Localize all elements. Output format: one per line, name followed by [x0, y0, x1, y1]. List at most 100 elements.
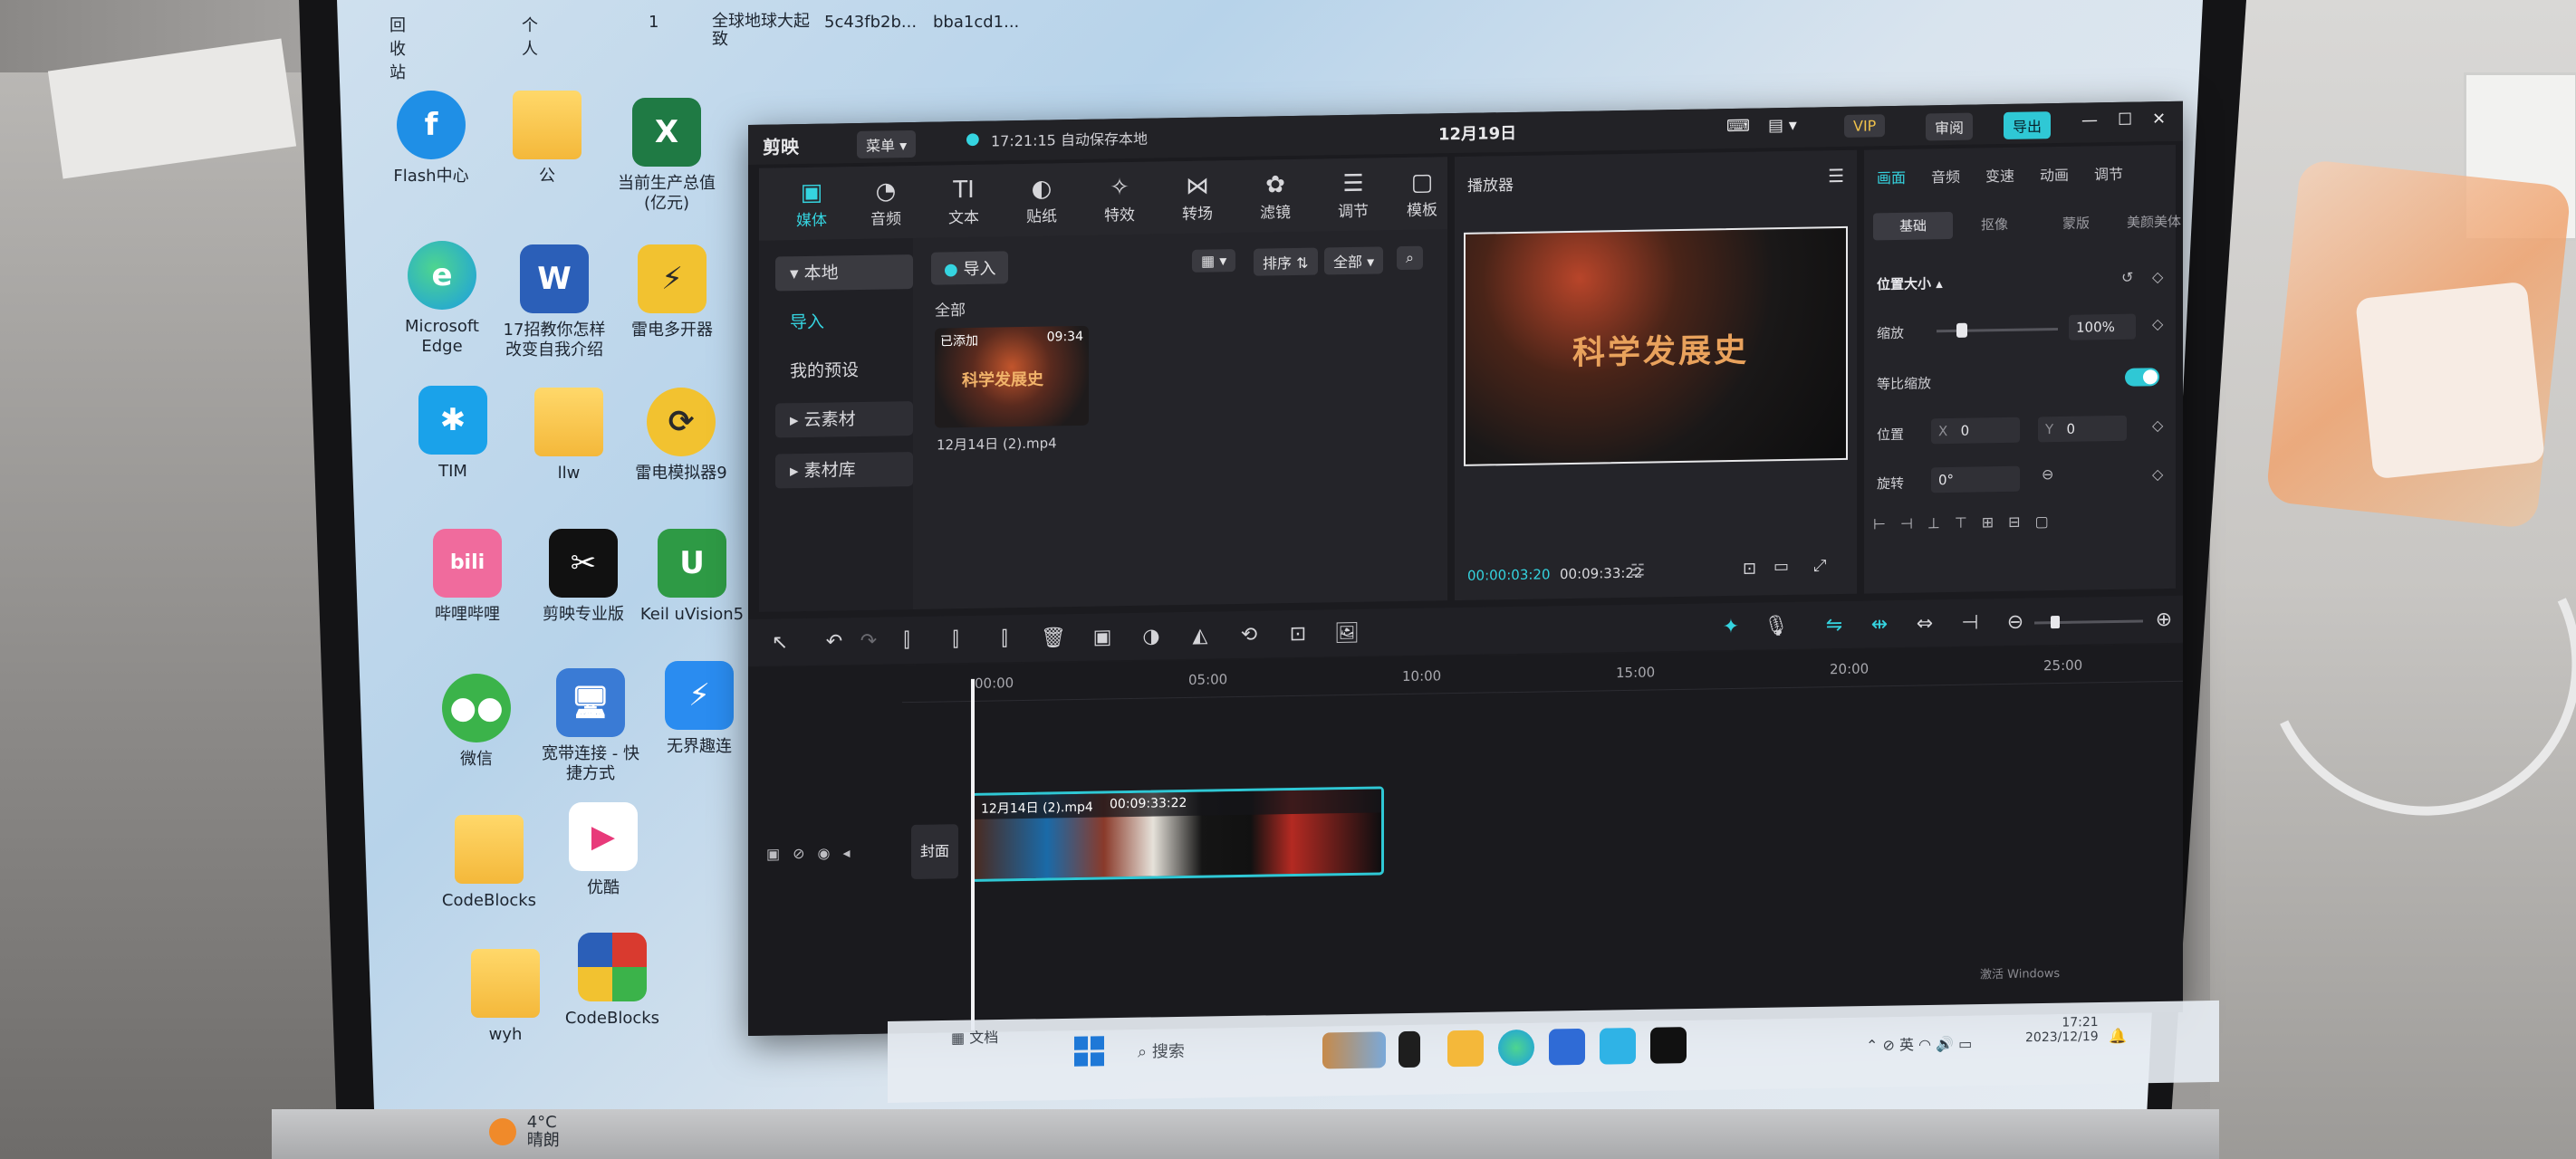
media-clip-thumbnail[interactable]: 已添加 09:34 科学发展史 [935, 325, 1089, 428]
zoom-out-icon[interactable]: ⊖ [2002, 611, 2029, 635]
desktop-icon-tim[interactable]: ✱ TIM [399, 386, 507, 482]
magic-icon[interactable]: ✦ [1717, 616, 1745, 639]
tab-template[interactable]: ▢ 模板 [1389, 168, 1455, 220]
search-icon[interactable]: ⌕ [1397, 245, 1423, 271]
subtab-mask[interactable]: 蒙版 [2036, 209, 2116, 237]
tab-media[interactable]: ▣ 媒体 [779, 177, 844, 230]
keyframe-icon[interactable]: ◇ [2152, 417, 2163, 434]
select-tool-icon[interactable]: ↖ [766, 631, 793, 655]
subtab-beauty[interactable]: 美颜美体 [2114, 208, 2194, 236]
tab-filter[interactable]: ✿ 滤镜 [1243, 170, 1308, 223]
rotate-field[interactable]: 0° [1931, 465, 2020, 493]
tab-picture[interactable]: 画面 [1877, 166, 1906, 188]
undo-icon[interactable]: ↶ [821, 630, 848, 654]
notification-icon[interactable]: 🔔 [2109, 1028, 2127, 1045]
tab-audio[interactable]: ◔ 音频 [853, 177, 918, 229]
import-button[interactable]: ● 导入 [931, 251, 1009, 285]
preview-axis-icon[interactable]: ⇔ [1911, 612, 1938, 636]
mirror-icon[interactable]: ◭ [1187, 624, 1214, 647]
playhead[interactable] [971, 678, 975, 1030]
microphone-icon[interactable]: 🎙 [1763, 615, 1790, 638]
store-icon[interactable] [1549, 1028, 1585, 1066]
subtab-basic[interactable]: 基础 [1873, 211, 1953, 241]
tab-effects[interactable]: ✧ 特效 [1087, 173, 1152, 225]
rotate-icon[interactable]: ⟲ [1235, 624, 1263, 647]
view-toggle[interactable]: ▦ ▾ [1192, 249, 1236, 273]
desktop-icon-folder[interactable]: CodeBlocks [435, 815, 543, 911]
recycle-bin-label[interactable]: 回收站 [389, 13, 406, 83]
explorer-icon[interactable] [1447, 1030, 1484, 1068]
desktop-icon-keil[interactable]: U Keil uVision5 [638, 529, 746, 625]
uniform-scale-toggle[interactable] [2125, 368, 2159, 387]
tab-text[interactable]: TI 文本 [931, 175, 996, 227]
rotate-knob-icon[interactable]: ⊖ [2042, 465, 2053, 483]
taskbar-search[interactable]: ⌕ 搜索 [1138, 1035, 1319, 1068]
desktop-icon-wujie[interactable]: ⚡ 无界趣连 [645, 661, 754, 757]
sidebar-item-cloud[interactable]: ▸ 云素材 [775, 400, 913, 438]
taskview-icon[interactable] [1399, 1030, 1420, 1068]
split-left-icon[interactable]: ⫿ [942, 628, 969, 652]
sidebar-item-presets[interactable]: 我的预设 [775, 352, 913, 389]
sidebar-item-library[interactable]: ▸ 素材库 [775, 451, 913, 489]
review-button[interactable]: 审阅 [1926, 112, 1974, 141]
tab-animation[interactable]: 动画 [2040, 163, 2069, 186]
desktop-icon-youku[interactable]: ▶ 优酷 [549, 802, 658, 898]
keyframe-icon[interactable]: ◇ [2152, 268, 2163, 285]
desktop-icon-edge[interactable]: e Microsoft Edge [388, 241, 496, 357]
zoom-fit-icon[interactable]: ⊡ [1743, 560, 1756, 579]
desktop-label[interactable]: 5c43fb2b... [824, 13, 917, 32]
link-icon[interactable]: ⇋ [1821, 614, 1848, 637]
split-right-icon[interactable]: ⫿ [991, 627, 1018, 651]
desktop-icon-word[interactable]: W 17招教你怎样改变自我介绍 [500, 244, 609, 360]
weather-widget[interactable]: 4°C 晴朗 [489, 1114, 560, 1150]
preview-canvas[interactable]: 科学发展史 [1464, 225, 1848, 466]
image-icon[interactable]: 🖼 [1333, 622, 1360, 646]
close-icon[interactable]: ✕ [2152, 110, 2166, 129]
layout-icon[interactable]: ▤ ▾ [1768, 116, 1797, 136]
menu-icon[interactable]: ☰ [1828, 165, 1844, 187]
track-controls[interactable]: ▣⊘◉◂ [766, 844, 863, 863]
desktop-icon-capcut[interactable]: ✂ 剪映专业版 [529, 529, 638, 625]
menu-button[interactable]: 菜单 ▾ [857, 129, 917, 159]
desktop-icon-wechat[interactable]: ●● 微信 [422, 674, 531, 770]
filter-button[interactable]: 全部 ▾ [1324, 246, 1384, 275]
video-clip[interactable]: 12月14日 (2).mp4 00:09:33:22 [971, 786, 1384, 882]
desktop-icon-leidian-multi[interactable]: ⚡ 雷电多开器 [618, 244, 726, 340]
zoom-in-icon[interactable]: ⊕ [2150, 608, 2177, 632]
scale-value[interactable]: 100% [2069, 313, 2136, 340]
tab-adjust[interactable]: ☰ 调节 [1321, 168, 1386, 221]
desktop-icon-excel[interactable]: X 当前生产总值(亿元) [612, 98, 721, 214]
align-buttons[interactable]: ⊢⊣⊥⊤⊞⊟▢ [1873, 511, 2163, 537]
desktop-icon-leidian[interactable]: ⟳ 雷电模拟器9 [627, 388, 735, 484]
snap-icon[interactable]: ⇹ [1866, 613, 1893, 637]
edge-taskbar-icon[interactable] [1498, 1029, 1534, 1067]
export-button[interactable]: 导出 [2004, 111, 2052, 140]
delete-icon[interactable]: 🗑 [1040, 627, 1067, 650]
clock[interactable]: 17:21 2023/12/19 [2025, 1015, 2099, 1045]
reverse-icon[interactable]: ◑ [1138, 625, 1165, 648]
project-title[interactable]: 12月19日 [1438, 120, 1516, 145]
freeze-icon[interactable]: ▣ [1089, 626, 1116, 649]
sidebar-item-local[interactable]: ▾ 本地 [775, 254, 913, 292]
tab-speed[interactable]: 变速 [1985, 164, 2014, 187]
shortcut-icon[interactable]: ⌨ [1726, 117, 1750, 136]
tab-adjust-props[interactable]: 调节 [2094, 162, 2123, 185]
capcut-taskbar-icon[interactable] [1650, 1027, 1687, 1064]
cover-button[interactable]: 封面 [911, 824, 958, 880]
desktop-label[interactable]: 个人 [522, 13, 538, 60]
scale-slider[interactable] [1937, 322, 2058, 338]
tray-icons[interactable]: ⌃ ⊘ 英 ◠ 🔊 ▭ [1866, 1031, 1972, 1055]
position-y-field[interactable]: Y 0 [2038, 415, 2127, 443]
sidebar-item-import[interactable]: 导入 [775, 303, 913, 340]
timeline-list-icon[interactable]: ☷ [1630, 561, 1645, 580]
desktop-icon-network[interactable]: 🖥 宽带连接 - 快捷方式 [536, 668, 645, 784]
zoom-slider[interactable] [2034, 615, 2143, 629]
position-x-field[interactable]: X 0 [1931, 417, 2020, 445]
keyframe-icon[interactable]: ◇ [2152, 465, 2163, 483]
reset-icon[interactable]: ↺ [2121, 269, 2133, 286]
desktop-label[interactable]: 全球地球大起致 [712, 13, 812, 49]
widget-icon[interactable] [1322, 1031, 1386, 1069]
slider-handle[interactable] [1956, 322, 1967, 338]
crop-icon[interactable]: ⊡ [1284, 623, 1312, 647]
tab-sticker[interactable]: ◐ 贴纸 [1009, 174, 1074, 226]
